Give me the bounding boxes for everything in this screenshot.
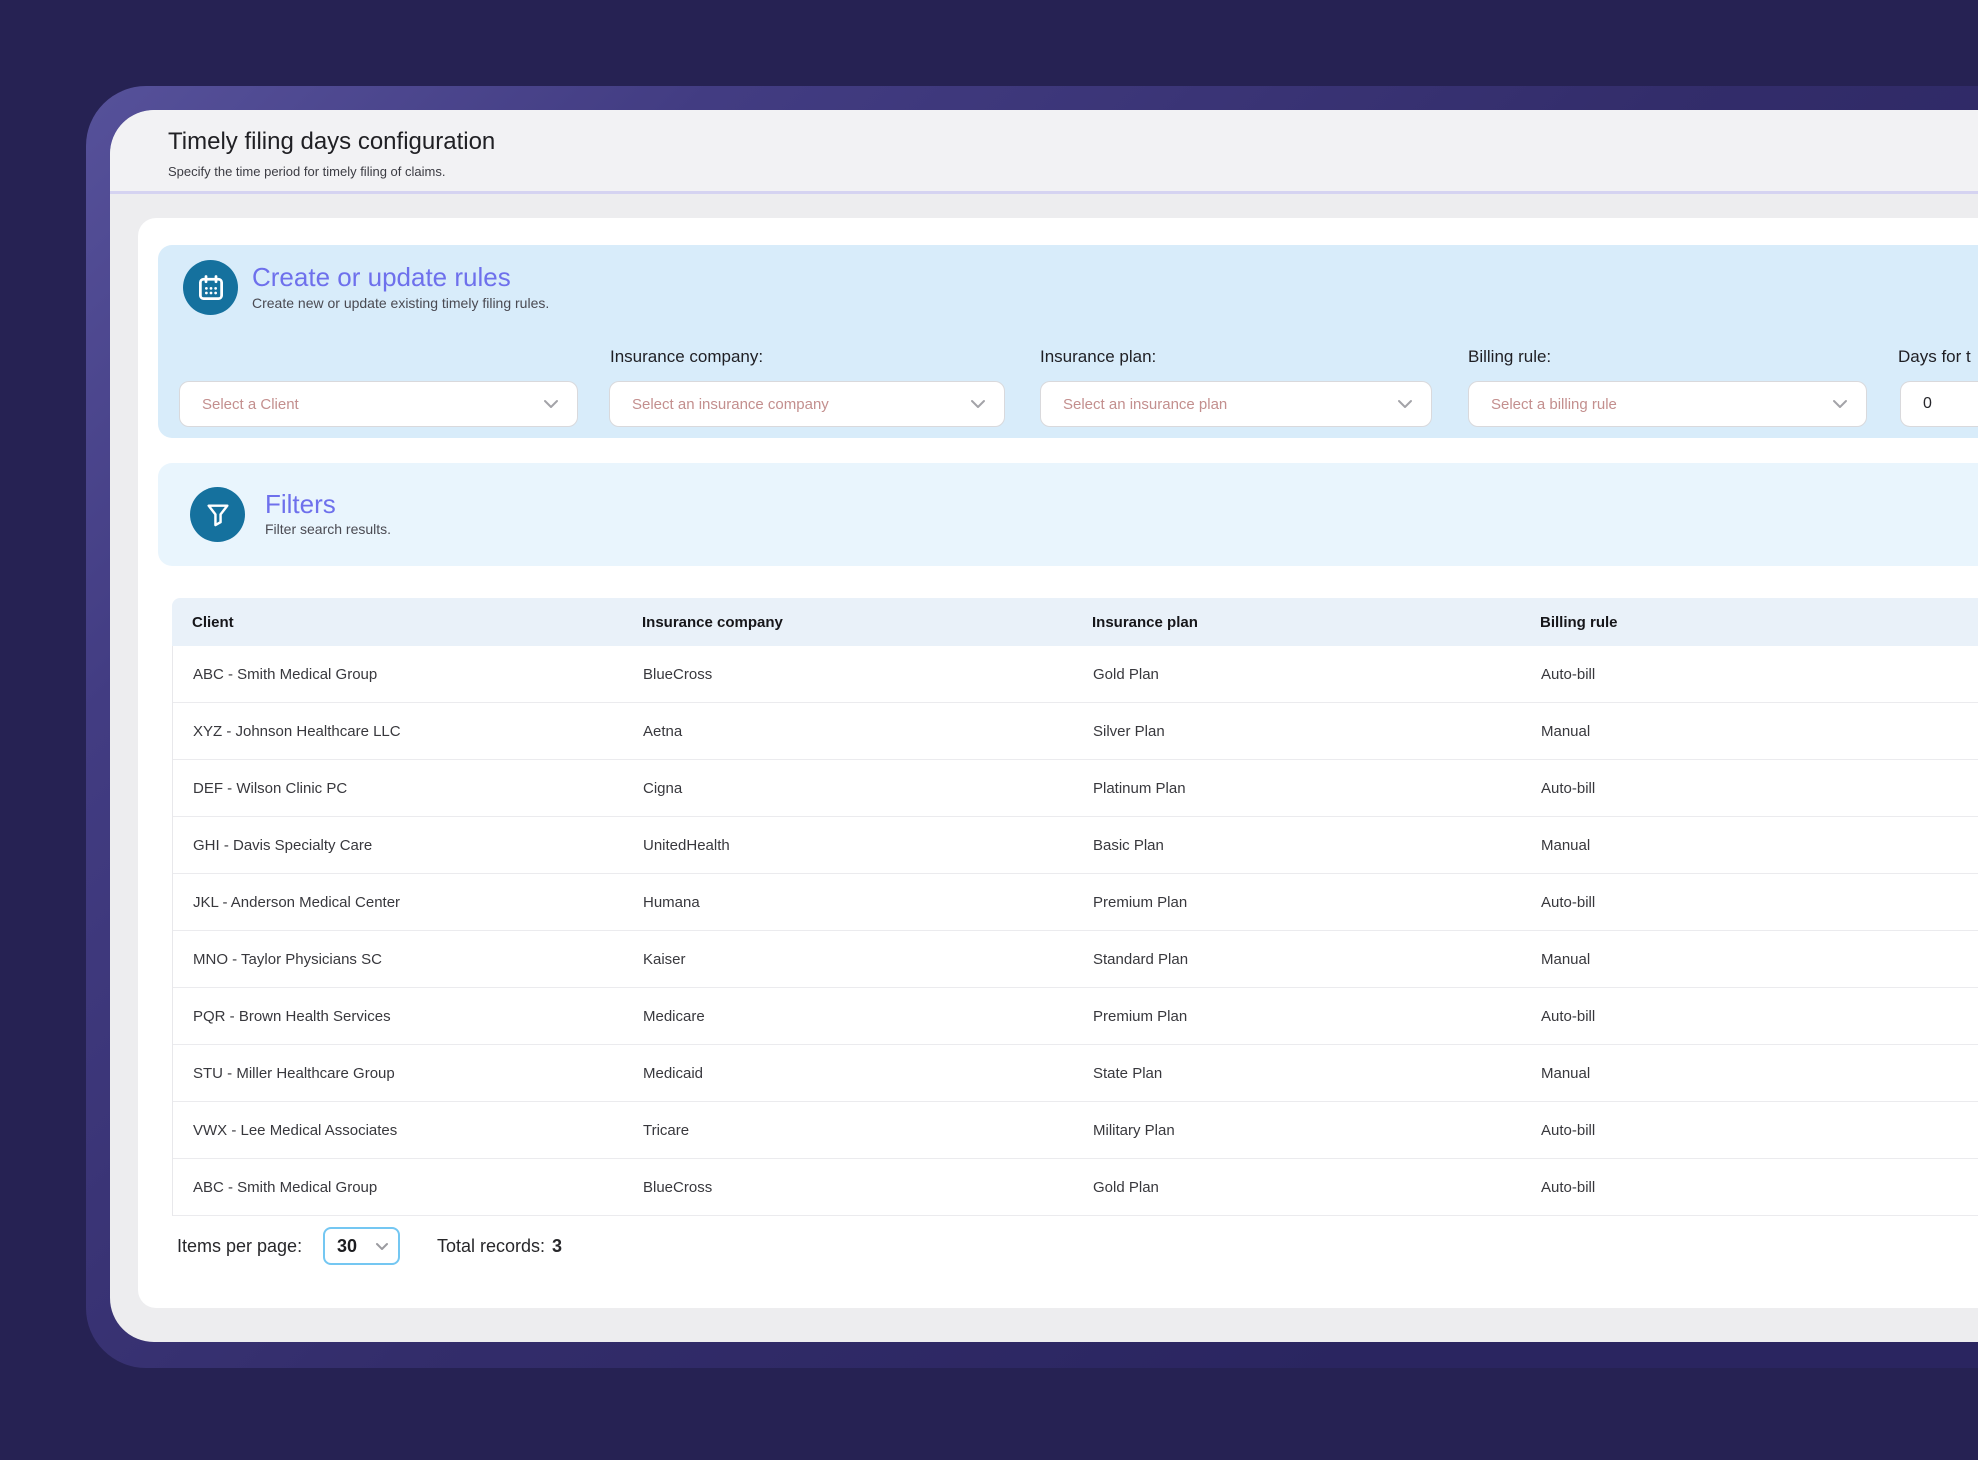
- days-label: Days for t: [1898, 347, 1971, 366]
- billing-rule-label: Billing rule:: [1468, 347, 1552, 366]
- column-header-client: Client: [192, 613, 234, 631]
- chevron-down-icon: [375, 1242, 389, 1251]
- cell-company: Humana: [643, 893, 700, 911]
- days-value: 0: [1923, 395, 1932, 412]
- chevron-down-icon: [1832, 399, 1848, 409]
- insurance-plan-select[interactable]: Select an insurance plan: [1040, 381, 1432, 427]
- cell-plan: Premium Plan: [1093, 1007, 1188, 1025]
- cell-company: BlueCross: [643, 1178, 713, 1196]
- table-body: ABC - Smith Medical Group BlueCross Gold…: [172, 646, 1978, 1216]
- column-header-insurance-plan: Insurance plan: [1092, 613, 1198, 631]
- items-per-page-label: Items per page:: [177, 1235, 303, 1256]
- cell-rule: Auto-bill: [1541, 779, 1596, 797]
- cell-client: VWX - Lee Medical Associates: [193, 1121, 398, 1139]
- table-row[interactable]: MNO - Taylor Physicians SC Kaiser Standa…: [173, 931, 1978, 988]
- create-rules-subtitle: Create new or update existing timely fil…: [252, 295, 550, 311]
- cell-rule: Manual: [1541, 950, 1591, 968]
- items-per-page-value: 30: [337, 1235, 358, 1256]
- chevron-down-icon: [970, 399, 986, 409]
- cell-client: MNO - Taylor Physicians SC: [193, 950, 382, 968]
- page-subtitle: Specify the time period for timely filin…: [168, 164, 446, 179]
- insurance-company-placeholder: Select an insurance company: [632, 395, 829, 413]
- cell-client: PQR - Brown Health Services: [193, 1007, 391, 1025]
- cell-client: ABC - Smith Medical Group: [193, 665, 378, 683]
- table-row[interactable]: DEF - Wilson Clinic PC Cigna Platinum Pl…: [173, 760, 1978, 817]
- chevron-down-icon: [543, 399, 559, 409]
- page-title: Timely filing days configuration: [168, 128, 496, 155]
- cell-plan: Basic Plan: [1093, 836, 1164, 854]
- total-records: Total records: 3: [437, 1227, 562, 1265]
- insurance-plan-label: Insurance plan:: [1040, 347, 1157, 366]
- table-row[interactable]: STU - Miller Healthcare Group Medicaid S…: [173, 1045, 1978, 1102]
- insurance-company-label: Insurance company:: [610, 347, 764, 366]
- cell-company: UnitedHealth: [643, 836, 730, 854]
- cell-plan: Silver Plan: [1093, 722, 1165, 740]
- cell-rule: Auto-bill: [1541, 665, 1596, 683]
- cell-client: JKL - Anderson Medical Center: [193, 893, 401, 911]
- cell-plan: Gold Plan: [1093, 665, 1159, 683]
- table-row[interactable]: VWX - Lee Medical Associates Tricare Mil…: [173, 1102, 1978, 1159]
- cell-company: Medicare: [643, 1007, 705, 1025]
- items-per-page-select[interactable]: 30: [323, 1227, 400, 1265]
- insurance-plan-placeholder: Select an insurance plan: [1063, 395, 1228, 413]
- cell-rule: Auto-bill: [1541, 1121, 1596, 1139]
- client-select[interactable]: Select a Client: [179, 381, 578, 427]
- cell-company: Kaiser: [643, 950, 686, 968]
- cell-company: Cigna: [643, 779, 683, 797]
- page-background: Timely filing days configuration Specify…: [0, 0, 1978, 1460]
- cell-plan: Premium Plan: [1093, 893, 1188, 911]
- cell-plan: Platinum Plan: [1093, 779, 1186, 797]
- column-header-billing-rule: Billing rule: [1540, 613, 1618, 631]
- cell-company: Aetna: [643, 722, 683, 740]
- client-select-placeholder: Select a Client: [202, 395, 299, 413]
- table-row[interactable]: JKL - Anderson Medical Center Humana Pre…: [173, 874, 1978, 931]
- rules-table: Client Insurance company Insurance plan …: [172, 598, 1978, 1216]
- table-row[interactable]: ABC - Smith Medical Group BlueCross Gold…: [173, 646, 1978, 703]
- column-header-insurance-company: Insurance company: [642, 613, 783, 631]
- billing-rule-placeholder: Select a billing rule: [1491, 395, 1617, 413]
- cell-client: GHI - Davis Specialty Care: [193, 836, 373, 854]
- table-header-row: Client Insurance company Insurance plan …: [172, 598, 1978, 646]
- filters-panel: [158, 463, 1978, 566]
- cell-company: Tricare: [643, 1121, 690, 1139]
- billing-rule-select[interactable]: Select a billing rule: [1468, 381, 1867, 427]
- days-input[interactable]: 0: [1900, 381, 1978, 427]
- filters-subtitle: Filter search results.: [265, 521, 392, 537]
- card-header: Timely filing days configuration Specify…: [110, 110, 1978, 194]
- table-row[interactable]: PQR - Brown Health Services Medicare Pre…: [173, 988, 1978, 1045]
- cell-rule: Auto-bill: [1541, 893, 1596, 911]
- cell-client: ABC - Smith Medical Group: [193, 1178, 378, 1196]
- cell-company: Medicaid: [643, 1064, 704, 1082]
- filters-title: Filters: [265, 489, 336, 519]
- cell-rule: Auto-bill: [1541, 1007, 1596, 1025]
- cell-client: DEF - Wilson Clinic PC: [193, 779, 348, 797]
- table-row[interactable]: XYZ - Johnson Healthcare LLC Aetna Silve…: [173, 703, 1978, 760]
- cell-company: BlueCross: [643, 665, 713, 683]
- cell-rule: Manual: [1541, 722, 1591, 740]
- cell-plan: Gold Plan: [1093, 1178, 1159, 1196]
- cell-plan: Standard Plan: [1093, 950, 1189, 968]
- table-row[interactable]: ABC - Smith Medical Group BlueCross Gold…: [173, 1159, 1978, 1216]
- cell-plan: Military Plan: [1093, 1121, 1175, 1139]
- cell-client: STU - Miller Healthcare Group: [193, 1064, 395, 1082]
- cell-plan: State Plan: [1093, 1064, 1163, 1082]
- create-rules-title: Create or update rules: [252, 262, 511, 292]
- calendar-icon: [183, 260, 238, 315]
- cell-rule: Manual: [1541, 836, 1591, 854]
- cell-rule: Auto-bill: [1541, 1178, 1596, 1196]
- total-records-value: 3: [552, 1235, 563, 1256]
- total-records-label: Total records:: [437, 1235, 546, 1256]
- cell-client: XYZ - Johnson Healthcare LLC: [193, 722, 401, 740]
- insurance-company-select[interactable]: Select an insurance company: [609, 381, 1005, 427]
- filter-funnel-icon: [190, 487, 245, 542]
- chevron-down-icon: [1397, 399, 1413, 409]
- table-row[interactable]: GHI - Davis Specialty Care UnitedHealth …: [173, 817, 1978, 874]
- cell-rule: Manual: [1541, 1064, 1591, 1082]
